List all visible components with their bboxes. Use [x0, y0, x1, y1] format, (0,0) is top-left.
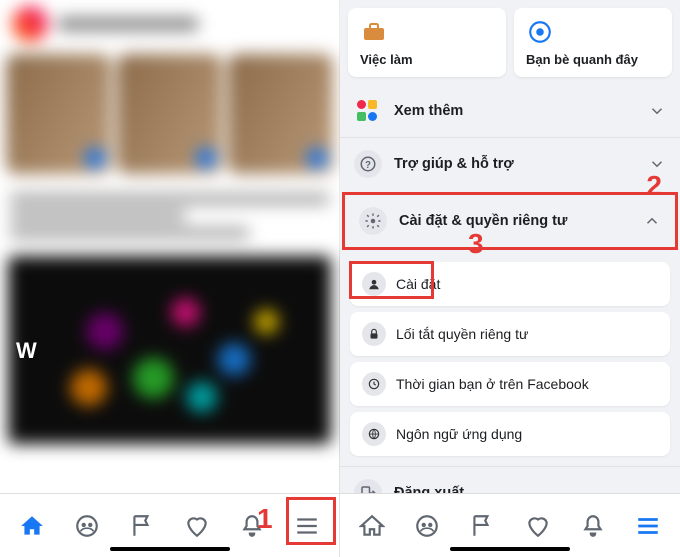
annotation-box-1 — [286, 497, 336, 545]
watermark-logo: W — [16, 338, 37, 364]
left-panel: W 1 — [0, 0, 340, 557]
see-more-icon — [357, 100, 379, 122]
heart-icon — [525, 513, 551, 539]
lock-icon — [362, 322, 386, 346]
settings-privacy-sublist: Cài đặt 3 Lối tắt quyền riêng tư Thời gi… — [340, 252, 680, 466]
chevron-down-icon — [648, 102, 666, 120]
tab-flag[interactable] — [114, 504, 169, 548]
blurred-feed-background — [0, 0, 339, 493]
hamburger-icon — [635, 513, 661, 539]
annotation-number-1: 1 — [257, 503, 273, 535]
sub-settings[interactable]: Cài đặt — [350, 262, 670, 306]
card-jobs-label: Việc làm — [360, 52, 494, 67]
tab-groups[interactable] — [59, 504, 114, 548]
sub-time-on-facebook[interactable]: Thời gian bạn ở trên Facebook — [350, 362, 670, 406]
tab-home-r[interactable] — [344, 504, 399, 548]
home-indicator — [110, 547, 230, 551]
annotation-number-3: 3 — [468, 228, 484, 260]
help-icon: ? — [354, 150, 382, 178]
tab-like[interactable] — [170, 504, 225, 548]
sub-privacy-shortcuts-label: Lối tắt quyền riêng tư — [396, 326, 528, 342]
tab-menu-r[interactable] — [621, 504, 676, 548]
heart-icon — [184, 513, 210, 539]
globe-icon — [362, 422, 386, 446]
clock-icon — [362, 372, 386, 396]
bell-icon — [580, 513, 606, 539]
tab-like-r[interactable] — [510, 504, 565, 548]
gear-icon — [359, 207, 387, 235]
row-settings-privacy-label: Cài đặt & quyền riêng tư — [399, 213, 631, 229]
flag-icon — [469, 513, 495, 539]
sub-privacy-shortcuts[interactable]: Lối tắt quyền riêng tư — [350, 312, 670, 356]
tab-notifications-r[interactable] — [565, 504, 620, 548]
row-see-more-label: Xem thêm — [394, 103, 636, 119]
tab-groups-r[interactable] — [399, 504, 454, 548]
card-friends-nearby-label: Bạn bè quanh đây — [526, 52, 660, 67]
annotation-box-3 — [349, 261, 434, 299]
chevron-up-icon — [643, 212, 661, 230]
svg-text:?: ? — [365, 160, 371, 171]
right-panel: Việc làm Bạn bè quanh đây Xem thêm — [340, 0, 680, 557]
row-help[interactable]: ? Trợ giúp & hỗ trợ — [340, 137, 680, 190]
home-icon — [19, 513, 45, 539]
groups-icon — [74, 513, 100, 539]
home-indicator-r — [450, 547, 570, 551]
sub-language-label: Ngôn ngữ ứng dụng — [396, 426, 522, 442]
home-icon — [359, 513, 385, 539]
row-settings-privacy[interactable]: Cài đặt & quyền riêng tư — [342, 192, 678, 250]
sub-time-label: Thời gian bạn ở trên Facebook — [396, 376, 589, 392]
card-jobs[interactable]: Việc làm — [348, 8, 506, 77]
row-help-label: Trợ giúp & hỗ trợ — [394, 156, 636, 172]
card-friends-nearby[interactable]: Bạn bè quanh đây — [514, 8, 672, 77]
tab-home[interactable] — [4, 504, 59, 548]
briefcase-icon — [360, 18, 388, 46]
friends-nearby-icon — [526, 18, 554, 46]
annotation-number-2: 2 — [646, 170, 662, 202]
row-see-more[interactable]: Xem thêm — [340, 85, 680, 137]
sub-app-language[interactable]: Ngôn ngữ ứng dụng — [350, 412, 670, 456]
tab-flag-r[interactable] — [455, 504, 510, 548]
groups-icon — [414, 513, 440, 539]
flag-icon — [129, 513, 155, 539]
